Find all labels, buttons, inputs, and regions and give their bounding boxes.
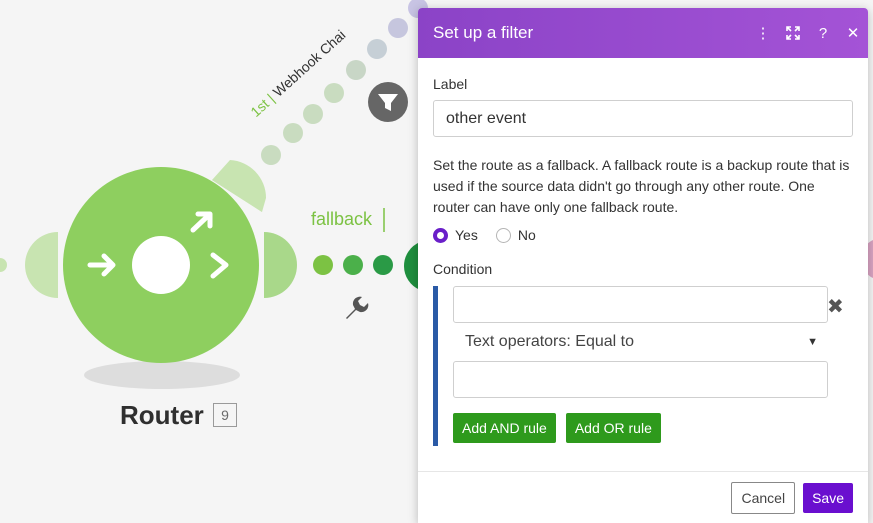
filter-icon[interactable] [368, 82, 408, 122]
filter-setup-panel: Set up a filter ⋮ ? ✕ Label other event … [418, 8, 868, 523]
panel-title: Set up a filter [433, 23, 534, 42]
condition-label: Condition [433, 261, 493, 277]
panel-footer: Cancel Save [418, 471, 868, 523]
condition-operand-b-input[interactable] [453, 361, 828, 398]
help-icon[interactable]: ? [808, 18, 838, 48]
fallback-route-label: fallback [311, 209, 373, 229]
condition-operand-a-input[interactable] [453, 286, 828, 323]
rule-buttons: Add AND rule Add OR rule [453, 413, 853, 443]
radio-checked-icon [433, 227, 448, 243]
router-center-icon [132, 236, 190, 294]
save-button[interactable]: Save [803, 482, 853, 513]
fallback-radio-group: Yes No [433, 227, 853, 243]
expand-icon[interactable] [778, 18, 808, 48]
cancel-button[interactable]: Cancel [731, 481, 796, 514]
label-field-label: Label [433, 76, 468, 92]
fallback-no-label: No [517, 227, 536, 243]
condition-operator-select[interactable]: Text operators: Equal to ▼ [453, 323, 828, 361]
router-id-badge: 9 [213, 403, 237, 427]
radio-unchecked-icon [495, 227, 511, 243]
incoming-connector-dot [0, 258, 7, 272]
fallback-description: Set the route as a fallback. A fallback … [433, 157, 850, 215]
more-vertical-icon[interactable]: ⋮ [748, 18, 778, 48]
close-icon[interactable]: ✕ [838, 18, 868, 48]
add-and-rule-button[interactable]: Add AND rule [453, 413, 556, 443]
chevron-down-icon: ▼ [807, 336, 818, 348]
router-label: Router [120, 400, 204, 430]
wrench-icon[interactable] [346, 296, 369, 319]
panel-body: Label other event Set the route as a fal… [418, 58, 868, 446]
router-outgoing-half [264, 232, 297, 298]
fallback-no-radio[interactable]: No [495, 227, 536, 243]
router-shadow [84, 361, 240, 389]
fallback-yes-radio[interactable]: Yes [433, 227, 478, 243]
label-input[interactable]: other event [433, 100, 853, 137]
fallback-yes-label: Yes [455, 227, 478, 243]
panel-header: Set up a filter ⋮ ? ✕ [418, 8, 868, 58]
add-or-rule-button[interactable]: Add OR rule [565, 413, 661, 443]
incoming-connector-half [25, 232, 58, 298]
condition-operator-value: Text operators: Equal to [465, 333, 634, 350]
remove-condition-icon[interactable]: ✖ [827, 294, 844, 319]
fallback-route-dots [313, 255, 393, 275]
condition-group: ✖ Text operators: Equal to ▼ Add AND rul… [433, 286, 853, 446]
